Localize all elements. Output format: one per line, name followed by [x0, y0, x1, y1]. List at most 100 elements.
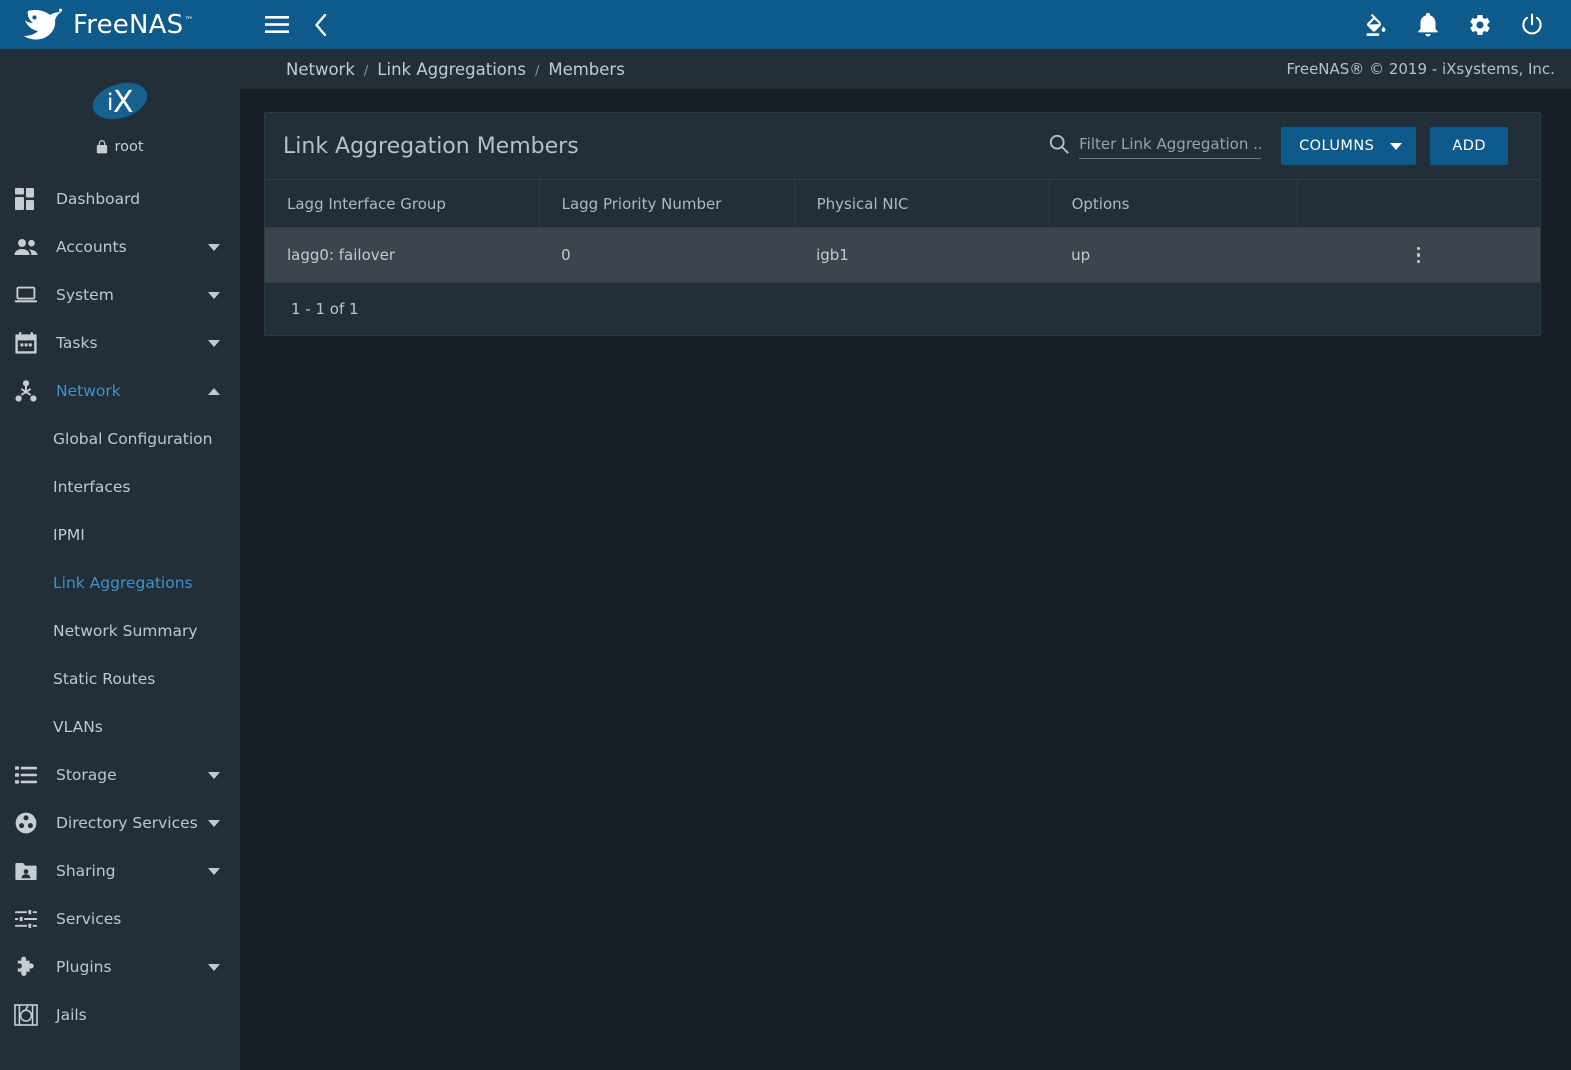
column-header-lagg-priority-number[interactable]: Lagg Priority Number: [538, 179, 795, 228]
sidebar-subitem-label: VLANs: [53, 718, 103, 736]
tasks-calendar-icon: [13, 330, 39, 356]
sidebar-item-system[interactable]: System: [0, 271, 240, 319]
top-bar-right-controls: [1363, 0, 1571, 49]
chevron-down-icon[interactable]: [208, 867, 220, 875]
brand-logo-area[interactable]: FreeNAS™: [0, 0, 240, 49]
sidebar-username: root: [114, 139, 144, 155]
members-table: Lagg Interface Group Lagg Priority Numbe…: [265, 179, 1540, 283]
sidebar-item-plugins[interactable]: Plugins: [0, 943, 240, 991]
sidebar-subitem-static-routes[interactable]: Static Routes: [0, 655, 240, 703]
columns-button-label: COLUMNS: [1299, 138, 1375, 154]
sidebar-subitem-label: Link Aggregations: [53, 574, 193, 592]
top-bar-left-controls: [240, 0, 334, 49]
table-header-row: Lagg Interface Group Lagg Priority Numbe…: [265, 179, 1540, 228]
breadcrumb-bar: Network / Link Aggregations / Members Fr…: [240, 49, 1571, 89]
column-header-physical-nic[interactable]: Physical NIC: [793, 179, 1050, 228]
power-icon[interactable]: [1519, 12, 1545, 38]
sidebar-item-label: Network: [56, 382, 121, 400]
column-header-lagg-interface-group[interactable]: Lagg Interface Group: [265, 179, 540, 228]
sidebar-subitem-label: Network Summary: [53, 622, 198, 640]
sidebar-item-label: Directory Services: [56, 814, 198, 832]
sidebar-item-services[interactable]: Services: [0, 895, 240, 943]
column-header-options[interactable]: Options: [1048, 179, 1298, 228]
breadcrumb-item-members: Members: [548, 59, 625, 79]
sidebar-subitem-vlans[interactable]: VLANs: [0, 703, 240, 751]
chevron-down-icon[interactable]: [208, 291, 220, 299]
brand-trademark: ™: [184, 15, 194, 26]
chevron-up-icon[interactable]: [208, 387, 220, 395]
sidebar-item-dashboard[interactable]: Dashboard: [0, 175, 240, 223]
search-icon[interactable]: [1049, 134, 1069, 154]
theme-paint-bucket-icon[interactable]: [1363, 12, 1389, 38]
breadcrumb-item-link-aggregations[interactable]: Link Aggregations: [377, 60, 526, 79]
chevron-down-icon: [1390, 142, 1403, 150]
top-bar-spacer: [334, 0, 1363, 49]
sidebar: i X root Dashboard Accounts System Tasks…: [0, 49, 240, 1070]
chevron-down-icon[interactable]: [208, 963, 220, 971]
cell-options: up: [1049, 227, 1298, 283]
table-row[interactable]: lagg0: failover 0 igb1 up: [265, 227, 1540, 283]
link-aggregation-members-card: Link Aggregation Members COLUMNS: [264, 112, 1541, 336]
sidebar-subitem-label: IPMI: [53, 526, 85, 544]
sidebar-item-label: Accounts: [56, 238, 127, 256]
sidebar-item-tasks[interactable]: Tasks: [0, 319, 240, 367]
breadcrumb-separator: /: [363, 63, 369, 79]
breadcrumb-separator: /: [534, 63, 540, 79]
sidebar-item-sharing[interactable]: Sharing: [0, 847, 240, 895]
table-body: lagg0: failover 0 igb1 up: [265, 227, 1540, 283]
cell-physical-nic: igb1: [794, 227, 1050, 283]
body-split: i X root Dashboard Accounts System Tasks…: [0, 49, 1571, 1070]
hamburger-menu-icon[interactable]: [264, 12, 290, 38]
columns-button[interactable]: COLUMNS: [1281, 127, 1417, 165]
sidebar-nav: Dashboard Accounts System Tasks Network …: [0, 169, 240, 1039]
breadcrumb-item-network[interactable]: Network: [286, 60, 355, 79]
search-input[interactable]: [1079, 134, 1262, 159]
app-root: FreeNAS™ i X root Dashboard Accounts Sys…: [0, 0, 1571, 1070]
chevron-down-icon[interactable]: [208, 819, 220, 827]
sidebar-subitem-global-configuration[interactable]: Global Configuration: [0, 415, 240, 463]
table-header: Lagg Interface Group Lagg Priority Numbe…: [265, 179, 1540, 228]
chevron-down-icon[interactable]: [208, 339, 220, 347]
network-share-icon: [13, 378, 39, 404]
sidebar-subitem-ipmi[interactable]: IPMI: [0, 511, 240, 559]
chevron-left-icon[interactable]: [308, 12, 334, 38]
chevron-down-icon[interactable]: [208, 771, 220, 779]
sidebar-item-label: Services: [56, 910, 122, 928]
sidebar-item-directory-services[interactable]: Directory Services: [0, 799, 240, 847]
sidebar-user-block: i X root: [0, 49, 240, 169]
sidebar-subitem-label: Global Configuration: [53, 430, 213, 448]
pagination-label: 1 - 1 of 1: [291, 300, 359, 318]
sidebar-item-label: System: [56, 286, 114, 304]
chevron-down-icon[interactable]: [208, 243, 220, 251]
settings-gear-icon[interactable]: [1467, 12, 1493, 38]
directory-services-icon: [13, 810, 39, 836]
sidebar-item-accounts[interactable]: Accounts: [0, 223, 240, 271]
sidebar-username-row: root: [96, 139, 144, 155]
filter-area: [1049, 134, 1262, 159]
accounts-people-icon: [13, 234, 39, 260]
sidebar-item-storage[interactable]: Storage: [0, 751, 240, 799]
sidebar-item-label: Storage: [56, 766, 117, 784]
sidebar-item-network[interactable]: Network: [0, 367, 240, 415]
add-button[interactable]: ADD: [1430, 127, 1508, 165]
main-column: Network / Link Aggregations / Members Fr…: [240, 49, 1571, 1070]
page-title: Link Aggregation Members: [283, 133, 579, 159]
sidebar-subitem-label: Interfaces: [53, 478, 131, 496]
notifications-bell-icon[interactable]: [1415, 12, 1441, 38]
kebab-menu-icon[interactable]: [1406, 242, 1432, 268]
dashboard-icon: [13, 186, 39, 212]
storage-list-icon: [13, 762, 39, 788]
sidebar-item-label: Dashboard: [56, 190, 141, 208]
sidebar-item-jails[interactable]: Jails: [0, 991, 240, 1039]
cell-lagg-priority-number: 0: [539, 227, 795, 283]
card-header: Link Aggregation Members COLUMNS: [265, 113, 1540, 179]
content-area: Link Aggregation Members COLUMNS: [240, 89, 1571, 1070]
sidebar-item-label: Jails: [56, 1006, 87, 1024]
jails-icon: [13, 1002, 39, 1028]
sidebar-subitem-network-summary[interactable]: Network Summary: [0, 607, 240, 655]
sidebar-subitem-interfaces[interactable]: Interfaces: [0, 463, 240, 511]
plugins-puzzle-icon: [13, 954, 39, 980]
sidebar-item-label: Sharing: [56, 862, 116, 880]
brand-name: FreeNAS™: [73, 9, 194, 40]
sidebar-subitem-link-aggregations[interactable]: Link Aggregations: [0, 559, 240, 607]
